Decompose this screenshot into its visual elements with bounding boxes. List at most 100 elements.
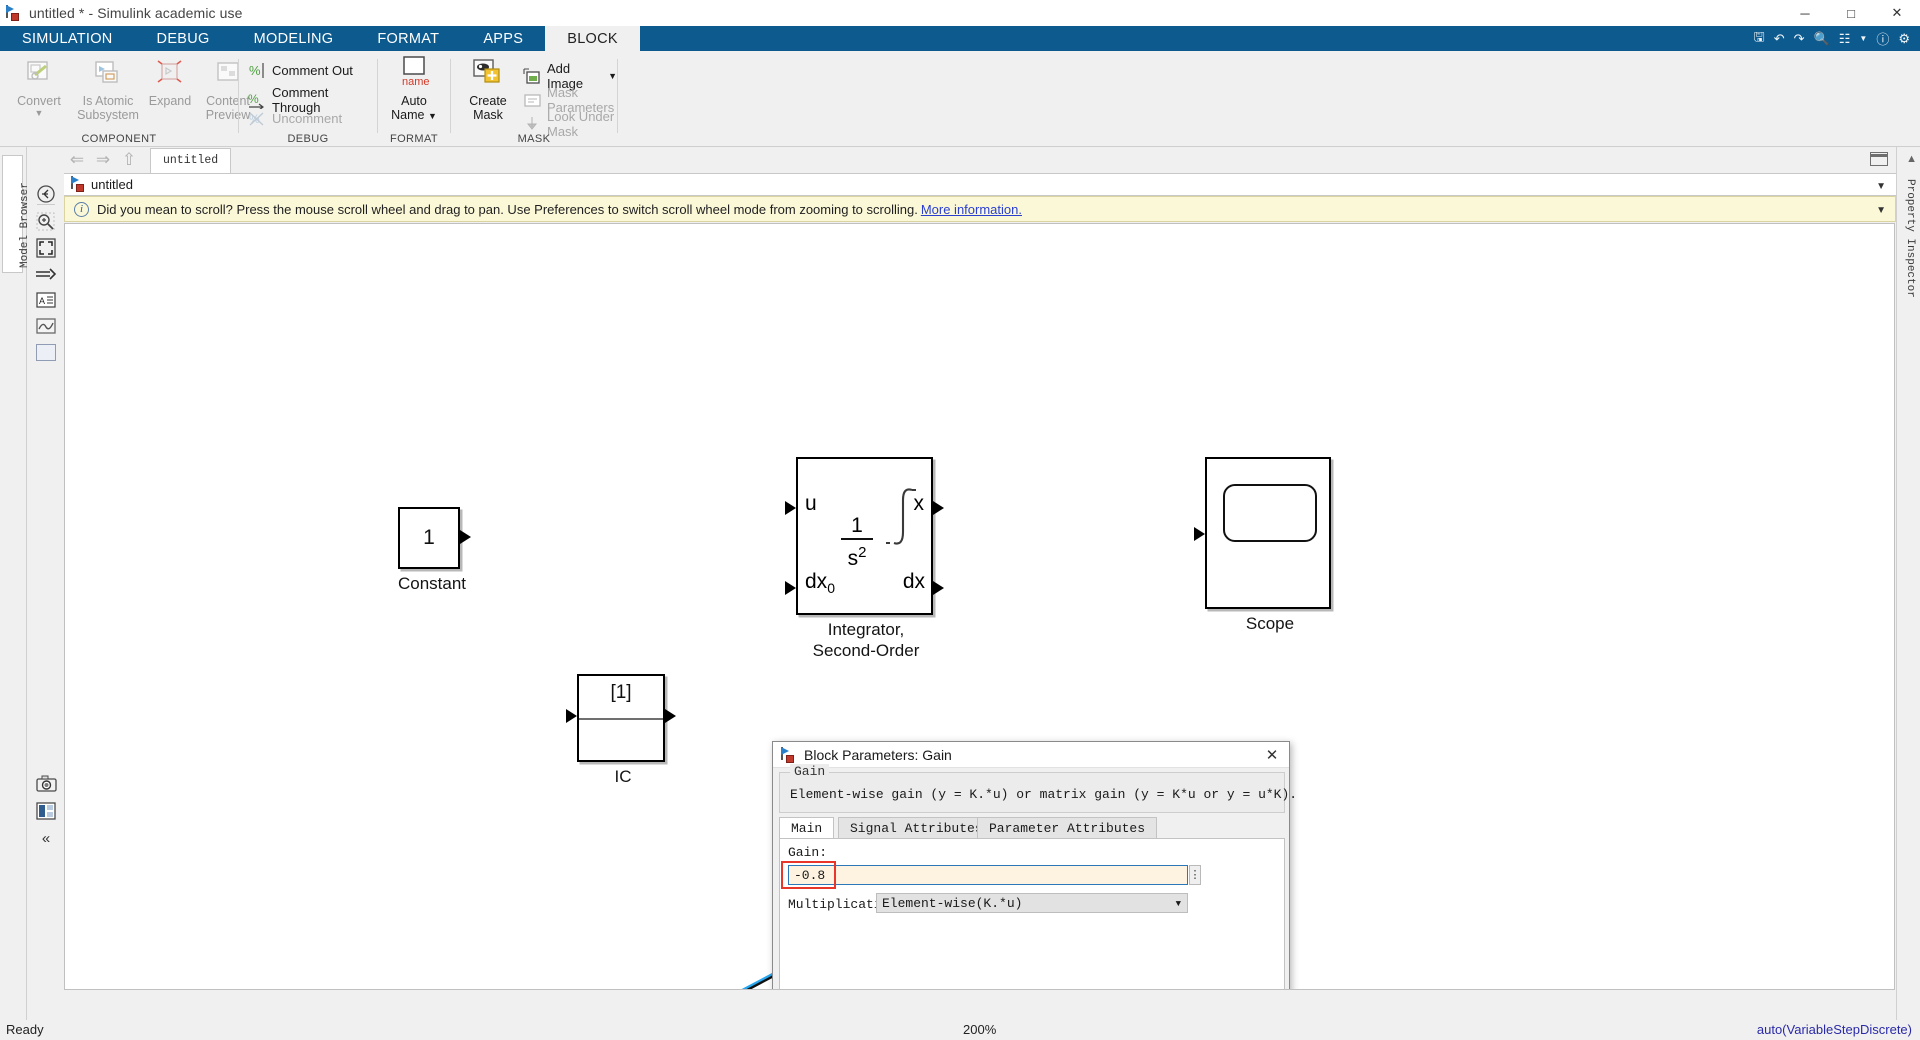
status-ready: Ready [6, 1022, 44, 1037]
model-canvas[interactable]: 1 Constant u dx0 x dx 1 s2 Integrator, S… [64, 223, 1895, 990]
input-port[interactable] [1194, 527, 1205, 541]
chevron-down-icon[interactable]: ▼ [608, 71, 617, 81]
integrator-numerator: 1 [851, 514, 863, 537]
area-icon[interactable] [34, 340, 58, 364]
svg-text:A: A [39, 296, 45, 306]
tab-block[interactable]: BLOCK [545, 26, 640, 51]
uncomment-button[interactable]: % Uncomment [248, 109, 342, 127]
more-information-link[interactable]: More information. [921, 202, 1022, 217]
tab-apps[interactable]: APPS [461, 26, 545, 51]
input-port[interactable] [566, 709, 577, 723]
output-port[interactable] [665, 709, 676, 723]
chevron-down-icon[interactable]: ▼ [1876, 205, 1886, 216]
close-button[interactable]: ✕ [1874, 0, 1920, 26]
constant-block[interactable]: 1 Constant [398, 507, 471, 593]
is-atomic-subsystem-button[interactable]: Is Atomic Subsystem [75, 56, 141, 122]
simulink-icon [71, 176, 85, 193]
convert-button[interactable]: Convert ▼ [6, 56, 72, 118]
tab-main[interactable]: Main [779, 817, 835, 839]
input-port-dx0[interactable] [785, 581, 796, 595]
ribbon-tab-strip: SIMULATION DEBUG MODELING FORMAT APPS BL… [0, 26, 1920, 51]
undo-icon[interactable]: ↶ [1774, 31, 1785, 47]
maximize-button[interactable]: □ [1828, 0, 1874, 26]
minimize-button[interactable]: ─ [1782, 0, 1828, 26]
chevron-down-icon[interactable]: ▼ [1176, 899, 1181, 909]
model-browser-tab[interactable]: Model Browser [2, 155, 31, 273]
gain-input[interactable]: -0.8 [788, 865, 1188, 885]
search-icon[interactable]: 🔍 [1814, 31, 1830, 47]
collapse-icon[interactable]: « [34, 826, 58, 850]
scope-preview-icon[interactable] [34, 314, 58, 338]
scope-screen [1223, 484, 1317, 542]
chevron-down-icon[interactable]: ▼ [1859, 34, 1867, 43]
auto-name-label: Auto [401, 94, 427, 108]
layout-icon[interactable]: ☷ [1839, 31, 1851, 47]
create-mask-label: Create [469, 94, 507, 108]
ic-block-label: IC [614, 767, 632, 786]
scope-block[interactable]: Scope [1194, 457, 1335, 633]
forward-arrow-icon[interactable]: ⇒ [90, 150, 116, 170]
tab-simulation[interactable]: SIMULATION [0, 26, 135, 51]
ic-value: [1] [610, 682, 632, 703]
up-arrow-icon[interactable]: ⇧ [116, 150, 142, 170]
zoom-in-icon[interactable] [34, 210, 58, 234]
comment-out-button[interactable]: % Comment Out [248, 61, 353, 79]
multiplication-select[interactable]: Element-wise(K.*u) ▼ [876, 893, 1188, 913]
chevron-down-icon[interactable]: ▼ [1876, 181, 1886, 192]
annotation-icon[interactable]: A [34, 288, 58, 312]
input-port-u[interactable] [785, 501, 796, 515]
quick-access-toolbar: 🖫 ↶ ↷ 🔍 ☷ ▼ ⓘ ⚙ [1754, 26, 1920, 51]
output-port-dx[interactable] [933, 581, 944, 595]
property-inspector-tab[interactable]: Property Inspector [1899, 177, 1919, 327]
status-zoom-level[interactable]: 200% [963, 1022, 996, 1037]
integrator-in-label-dx: dx0 [805, 570, 835, 596]
help-icon[interactable]: ⓘ [1876, 29, 1889, 48]
property-inspector-label: Property Inspector [1904, 179, 1916, 298]
tab-debug[interactable]: DEBUG [135, 26, 232, 51]
ic-block[interactable]: [1] IC [566, 674, 676, 786]
integral-sign-icon [886, 488, 916, 545]
uncomment-icon: % [248, 109, 266, 127]
file-tab-untitled[interactable]: untitled [150, 147, 232, 173]
close-icon[interactable]: ✕ [1263, 746, 1281, 764]
auto-name-sublabel[interactable]: Name ▼ [381, 108, 447, 123]
ribbon-body: Convert ▼ Is Atomic Subsystem Expand Con… [0, 51, 1920, 147]
gear-icon[interactable]: ⚙ [1898, 31, 1910, 47]
title-bar: untitled * - Simulink academic use ─ □ ✕ [0, 0, 1920, 26]
signal-icon[interactable] [34, 262, 58, 286]
breadcrumb-path[interactable]: untitled [91, 177, 133, 192]
is-atomic-sublabel: Subsystem [77, 108, 139, 122]
status-solver[interactable]: auto(VariableStepDiscrete) [1757, 1022, 1912, 1037]
integrator-block-label: Integrator, Second-Order [812, 620, 920, 660]
tab-format[interactable]: FORMAT [355, 26, 461, 51]
chevron-down-icon[interactable]: ▼ [428, 111, 437, 121]
grid-icon[interactable] [1870, 152, 1888, 166]
gain-more-button[interactable]: ⋮ [1189, 865, 1201, 885]
create-mask-button[interactable]: Create Mask [455, 56, 521, 122]
chevron-down-icon[interactable]: ▼ [6, 108, 72, 118]
tab-signal-attributes[interactable]: Signal Attributes [838, 817, 995, 839]
auto-name-button[interactable]: name Auto Name ▼ [381, 56, 447, 123]
add-image-icon [523, 67, 541, 85]
integrator-block[interactable]: u dx0 x dx 1 s2 Integrator, Second-Order [785, 457, 944, 660]
back-arrow-icon[interactable]: ⇐ [64, 150, 90, 170]
pan-back-icon[interactable] [34, 182, 58, 206]
redo-icon[interactable]: ↷ [1794, 31, 1805, 47]
navigation-bar: ⇐ ⇒ ⇧ untitled [64, 147, 1896, 173]
layout-icon[interactable] [34, 799, 58, 823]
ribbon-group-component: Convert ▼ Is Atomic Subsystem Expand Con… [0, 51, 250, 147]
fit-to-view-icon[interactable] [34, 236, 58, 260]
scroll-up-icon[interactable]: ▲ [1906, 153, 1917, 165]
breadcrumb: untitled ▼ [64, 173, 1896, 196]
tab-parameter-attributes[interactable]: Parameter Attributes [977, 817, 1158, 839]
save-icon[interactable]: 🖫 [1754, 28, 1765, 50]
output-port-x[interactable] [933, 501, 944, 515]
output-port[interactable] [460, 530, 471, 544]
block-parameters-dialog[interactable]: Block Parameters: Gain ✕ Gain Element-wi… [772, 741, 1297, 989]
expand-button[interactable]: Expand [137, 56, 203, 108]
tab-modeling[interactable]: MODELING [232, 26, 356, 51]
gain-highlight-box [781, 861, 836, 889]
integrator-denominator-base: s [847, 547, 859, 570]
camera-icon[interactable] [34, 772, 58, 796]
constant-value: 1 [423, 526, 435, 549]
